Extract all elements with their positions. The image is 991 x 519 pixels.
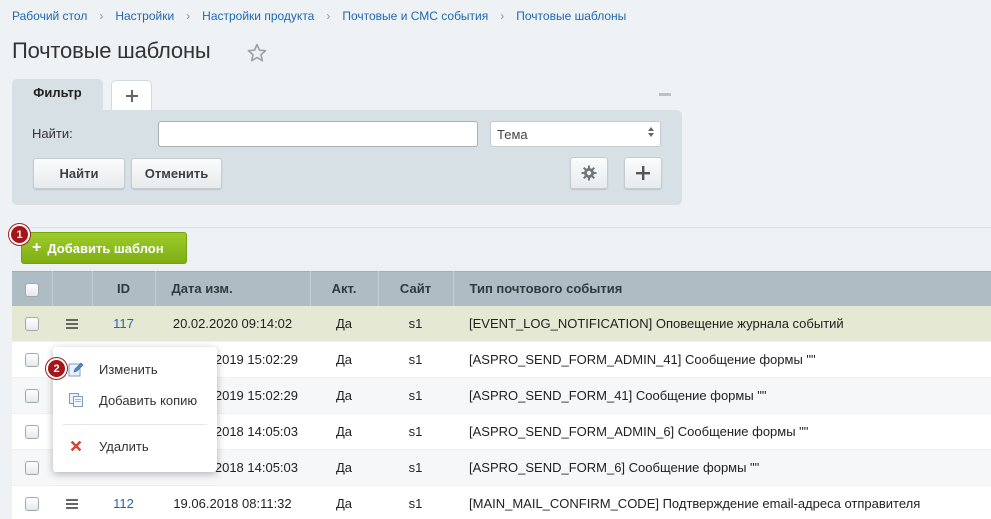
plus-icon (636, 166, 650, 180)
menu-item-edit-label: Изменить (99, 361, 158, 377)
row-event-type: [MAIN_MAIL_CONFIRM_CODE] Подтверждение e… (453, 485, 991, 519)
row-date: 20.02.2020 09:14:02 (155, 305, 310, 342)
menu-item-edit[interactable]: Изменить (53, 356, 217, 382)
row-active: Да (310, 341, 378, 378)
row-context-menu: Изменить Добавить копию Удалить (53, 347, 217, 472)
search-input[interactable] (158, 121, 478, 147)
row-site: s1 (378, 413, 453, 450)
breadcrumb: Рабочий стол › Настройки › Настройки про… (12, 9, 626, 23)
menu-divider (63, 424, 207, 425)
tab-filter[interactable]: Фильтр (12, 79, 103, 111)
row-checkbox[interactable] (25, 497, 39, 512)
breadcrumb-separator: › (326, 9, 331, 23)
row-active: Да (310, 413, 378, 450)
star-icon[interactable] (246, 42, 268, 64)
table-header-row: ID Дата изм. Акт. Сайт Тип почтового соб… (12, 271, 991, 306)
field-select-value: Тема (497, 127, 528, 142)
gear-icon (581, 165, 597, 181)
row-active: Да (310, 377, 378, 414)
breadcrumb-mail-sms-events[interactable]: Почтовые и СМС события (342, 9, 488, 23)
breadcrumb-settings[interactable]: Настройки (115, 9, 174, 23)
breadcrumb-desktop[interactable]: Рабочий стол (12, 9, 87, 23)
row-active: Да (310, 485, 378, 519)
row-event-type: [ASPRO_SEND_FORM_ADMIN_41] Сообщение фор… (453, 341, 991, 378)
plus-icon: + (32, 239, 42, 256)
table-row[interactable]: 112 19.06.2018 08:11:32 Да s1 [MAIN_MAIL… (12, 485, 991, 519)
row-checkbox[interactable] (25, 353, 39, 368)
add-template-label: Добавить шаблон (47, 240, 164, 256)
row-site: s1 (378, 305, 453, 342)
filter-settings-button[interactable] (570, 157, 608, 189)
collapse-filter-icon[interactable] (659, 93, 671, 96)
breadcrumb-product-settings[interactable]: Настройки продукта (202, 9, 314, 23)
page-title: Почтовые шаблоны (12, 38, 211, 63)
select-all-cell (12, 271, 53, 306)
column-header-id[interactable]: ID (92, 271, 156, 306)
breadcrumb-separator: › (99, 9, 104, 23)
add-template-button[interactable]: + Добавить шаблон (21, 232, 187, 264)
row-menu-icon[interactable] (66, 317, 78, 331)
row-id[interactable]: 117 (92, 305, 155, 342)
menu-item-delete[interactable]: Удалить (53, 433, 217, 459)
column-header-active[interactable]: Акт. (310, 271, 379, 306)
row-site: s1 (378, 485, 453, 519)
row-menu-icon[interactable] (66, 497, 78, 511)
copy-icon (69, 393, 83, 407)
row-checkbox[interactable] (25, 317, 39, 332)
column-header-site[interactable]: Сайт (378, 271, 454, 306)
row-checkbox[interactable] (25, 425, 39, 440)
add-filter-tab-button[interactable] (111, 80, 152, 110)
add-filter-field-button[interactable] (624, 157, 662, 189)
select-arrows-icon (648, 127, 654, 137)
step-badge: 2 (46, 358, 67, 379)
row-checkbox[interactable] (25, 461, 39, 476)
column-header-event-type[interactable]: Тип почтового события (453, 271, 991, 306)
row-site: s1 (378, 377, 453, 414)
step-badge: 1 (9, 224, 30, 245)
row-checkbox[interactable] (25, 389, 39, 404)
menu-item-add-copy[interactable]: Добавить копию (53, 387, 217, 413)
row-event-type: [EVENT_LOG_NOTIFICATION] Оповещение журн… (453, 305, 991, 342)
plus-icon (125, 89, 138, 102)
row-date: 19.06.2018 08:11:32 (155, 485, 310, 519)
column-header-date[interactable]: Дата изм. (155, 271, 311, 306)
row-event-type: [ASPRO_SEND_FORM_6] Сообщение формы "" (453, 449, 991, 486)
row-site: s1 (378, 449, 453, 486)
select-all-checkbox[interactable] (24, 282, 39, 297)
menu-item-delete-label: Удалить (99, 438, 149, 454)
row-active: Да (310, 449, 378, 486)
row-event-type: [ASPRO_SEND_FORM_ADMIN_6] Сообщение форм… (453, 413, 991, 450)
field-select[interactable]: Тема (490, 121, 661, 147)
edit-icon (68, 362, 84, 377)
menu-item-add-copy-label: Добавить копию (99, 392, 198, 408)
breadcrumb-separator: › (186, 9, 191, 23)
row-id[interactable]: 112 (92, 485, 155, 519)
row-active: Да (310, 305, 378, 342)
table-row[interactable]: 117 20.02.2020 09:14:02 Да s1 [EVENT_LOG… (12, 305, 991, 342)
breadcrumb-mail-templates[interactable]: Почтовые шаблоны (516, 9, 626, 23)
find-label: Найти: (32, 126, 73, 141)
row-event-type: [ASPRO_SEND_FORM_41] Сообщение формы "" (453, 377, 991, 414)
find-button[interactable]: Найти (33, 158, 125, 189)
row-site: s1 (378, 341, 453, 378)
breadcrumb-separator: › (500, 9, 505, 23)
cancel-button[interactable]: Отменить (131, 158, 222, 189)
actions-column-header (52, 271, 93, 306)
delete-icon (70, 440, 82, 452)
